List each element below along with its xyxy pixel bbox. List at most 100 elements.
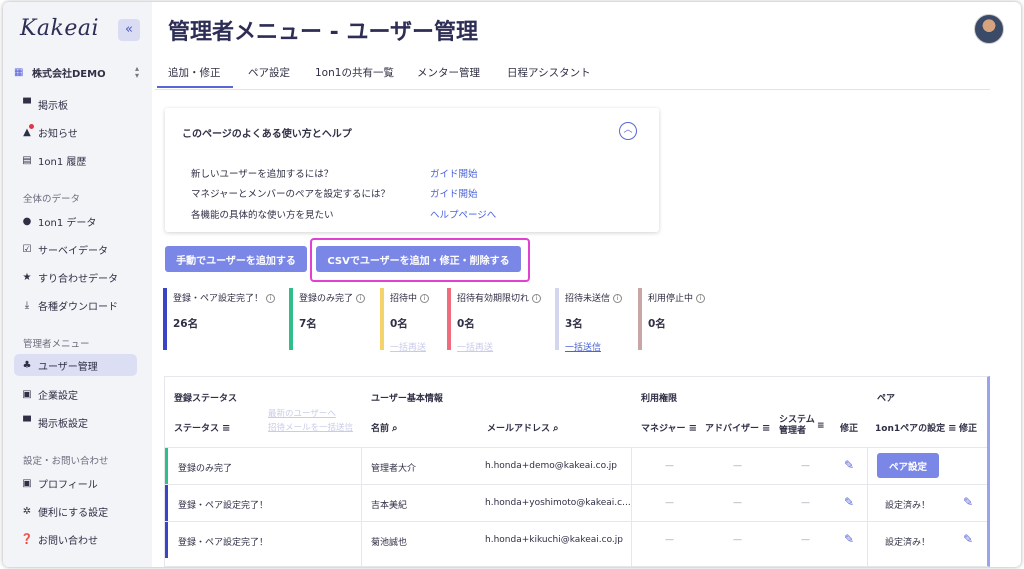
bulk-resend-link[interactable]: 一括再送 <box>457 340 551 353</box>
bulk-resend-link[interactable]: 一括再送 <box>390 340 442 353</box>
bulk-invite-link[interactable]: 招待メールを一括送信 <box>268 421 353 433</box>
sidebar-item-user-management[interactable]: ♣ ユーザー管理 <box>14 354 137 376</box>
row-manager: — <box>665 461 674 471</box>
row-manager: — <box>665 535 674 545</box>
pair-setting-button[interactable]: ペア設定 <box>877 453 939 478</box>
filter-icon[interactable]: ≡ <box>762 423 770 434</box>
help-link-guide-add-user[interactable]: ガイド開始 <box>430 166 478 180</box>
sidebar-item-alignment[interactable]: ★ すり合わせデータ <box>14 266 137 288</box>
help-link-guide-pair[interactable]: ガイド開始 <box>430 186 478 200</box>
logo: Kakeai <box>20 16 100 41</box>
group-header-permissions: 利用権限 <box>641 394 678 404</box>
sidebar-item-notifications[interactable]: ▲ お知らせ <box>14 121 137 143</box>
row-manager: — <box>665 498 674 508</box>
sidebar-item-label: 企業設定 <box>38 390 78 402</box>
table-row[interactable]: 登録・ペア設定完了！ 吉本美紀 h.honda+yoshimoto@kakeai… <box>165 484 987 521</box>
filter-icon[interactable]: ≡ <box>817 421 825 431</box>
csv-import-button[interactable]: CSVでユーザーを追加・修正・削除する <box>316 246 521 272</box>
latest-user-link[interactable]: 最新のユーザーへ <box>268 407 336 419</box>
sidebar-item-label: 掲示板 <box>38 100 68 112</box>
bell-icon: ▲ <box>20 123 34 138</box>
board-icon: ▀ <box>23 98 31 110</box>
edit-pencil-icon[interactable]: ✎ <box>844 495 854 509</box>
help-question: マネジャーとメンバーのペアを設定するには？ <box>191 189 391 200</box>
company-name: 株式会社DEMO <box>32 68 106 80</box>
stat-label: 招待未送信 <box>565 294 611 304</box>
edit-pencil-icon[interactable]: ✎ <box>963 532 973 546</box>
history-icon: ▤ <box>22 154 32 166</box>
help-icon: ❓ <box>20 533 34 545</box>
help-panel: このページのよくある使い方とヘルプ ︿ 新しいユーザーを追加するには？ ガイド開… <box>165 108 659 232</box>
row-advisor: — <box>733 535 742 545</box>
stat-label: 利用停止中 <box>648 294 694 304</box>
edit-pencil-icon[interactable]: ✎ <box>844 458 854 472</box>
sidebar-item-survey[interactable]: ☑ サーベイデータ <box>14 238 137 260</box>
company-selector[interactable]: ▦ 株式会社DEMO ▴ ▾ <box>14 63 139 81</box>
edit-pencil-icon[interactable]: ✎ <box>963 495 973 509</box>
filter-icon[interactable]: ≡ <box>689 423 697 434</box>
info-icon[interactable]: i <box>266 294 276 303</box>
stat-inviting: 招待中 i 0名 一括再送 <box>380 288 442 353</box>
sidebar-item-downloads[interactable]: ⤓ 各種ダウンロード <box>14 294 137 316</box>
tab-add-edit[interactable]: 追加・修正 <box>168 65 221 80</box>
people-icon: ● <box>22 215 32 227</box>
column-header-email[interactable]: メールアドレス ⌕ <box>487 421 559 434</box>
column-header-manager[interactable]: マネジャー ≡ <box>641 421 697 434</box>
sidebar-item-1on1-data[interactable]: ● 1on1 データ <box>14 210 137 232</box>
app-window: Kakeai « ▦ 株式会社DEMO ▴ ▾ ▀ 掲示板 ▲ お知らせ ▤ 1o… <box>3 2 1021 567</box>
filter-icon[interactable]: ≡ <box>222 423 230 434</box>
search-icon[interactable]: ⌕ <box>392 423 398 434</box>
bulk-send-link[interactable]: 一括送信 <box>565 340 633 353</box>
sidebar-item-preferences[interactable]: ✲ 便利にする設定 <box>14 500 137 522</box>
edit-pencil-icon[interactable]: ✎ <box>844 532 854 546</box>
group-header-pair: ペア <box>877 394 896 404</box>
search-icon[interactable]: ⌕ <box>553 423 559 434</box>
tab-schedule-assistant[interactable]: 日程アシスタント <box>507 65 591 80</box>
tab-pair-settings[interactable]: ペア設定 <box>248 65 290 80</box>
info-icon[interactable]: i <box>613 294 623 303</box>
sidebar-item-history[interactable]: ▤ 1on1 履歴 <box>14 149 137 171</box>
filter-icon[interactable]: ≡ <box>948 423 956 434</box>
row-status: 登録・ペア設定完了！ <box>178 538 269 548</box>
column-header-name[interactable]: 名前 ⌕ <box>371 421 398 434</box>
row-name: 吉本美紀 <box>371 501 408 511</box>
profile-icon: ▣ <box>22 477 32 489</box>
column-header-sysadmin[interactable]: システム 管理者 <box>779 415 815 437</box>
status-color-bar <box>165 448 168 484</box>
help-link-help-page[interactable]: ヘルプページへ <box>430 207 496 221</box>
stat-label: 登録・ペア設定完了！ <box>173 294 264 304</box>
stat-registered-only: 登録のみ完了 i 7名 <box>289 288 375 350</box>
sidebar-item-company-settings[interactable]: ▣ 企業設定 <box>14 383 137 405</box>
avatar[interactable] <box>974 14 1004 44</box>
manual-add-user-button[interactable]: 手動でユーザーを追加する <box>165 246 307 272</box>
info-icon[interactable]: i <box>420 294 430 303</box>
stat-completed: 登録・ペア設定完了！ i 26名 <box>163 288 283 350</box>
tab-1on1-share[interactable]: 1on1の共有一覧 <box>315 65 394 80</box>
sidebar-item-profile[interactable]: ▣ プロフィール <box>14 472 137 494</box>
collapse-sidebar-button[interactable]: « <box>118 19 140 41</box>
table-row[interactable]: 登録のみ完了 管理者大介 h.honda+demo@kakeai.co.jp —… <box>165 447 987 484</box>
column-header-advisor[interactable]: アドバイザー ≡ <box>705 421 770 434</box>
column-header-status[interactable]: ステータス ≡ <box>174 421 230 434</box>
chevron-up-icon[interactable]: ︿ <box>619 122 637 140</box>
sidebar-item-label: サーベイデータ <box>38 245 108 257</box>
tab-mentor[interactable]: メンター管理 <box>417 65 480 80</box>
sidebar-item-board[interactable]: ▀ 掲示板 <box>14 93 137 115</box>
column-header-pair-setting[interactable]: 1on1ペアの設定 ≡ <box>875 421 957 434</box>
sidebar-item-contact[interactable]: ❓ お問い合わせ <box>14 528 137 550</box>
info-icon[interactable]: i <box>696 294 706 303</box>
stat-color-bar <box>555 288 559 350</box>
table-row[interactable]: 登録・ペア設定完了！ 菊池誠也 h.honda+kikuchi@kakeai.c… <box>165 521 987 558</box>
section-title-admin: 管理者メニュー <box>23 339 90 350</box>
stat-color-bar <box>289 288 293 350</box>
sidebar-item-label: 1on1 履歴 <box>38 156 87 168</box>
info-icon[interactable]: i <box>356 294 366 303</box>
sidebar-item-label: 1on1 データ <box>38 217 97 229</box>
row-sysadmin: — <box>801 535 810 545</box>
sidebar-item-board-settings[interactable]: ▀ 掲示板設定 <box>14 411 137 433</box>
stat-value: 0名 <box>648 318 666 330</box>
help-question: 新しいユーザーを追加するには？ <box>191 169 334 180</box>
stat-expired: 招待有効期限切れ i 0名 一括再送 <box>447 288 551 353</box>
status-color-bar <box>165 522 168 558</box>
info-icon[interactable]: i <box>532 294 542 303</box>
